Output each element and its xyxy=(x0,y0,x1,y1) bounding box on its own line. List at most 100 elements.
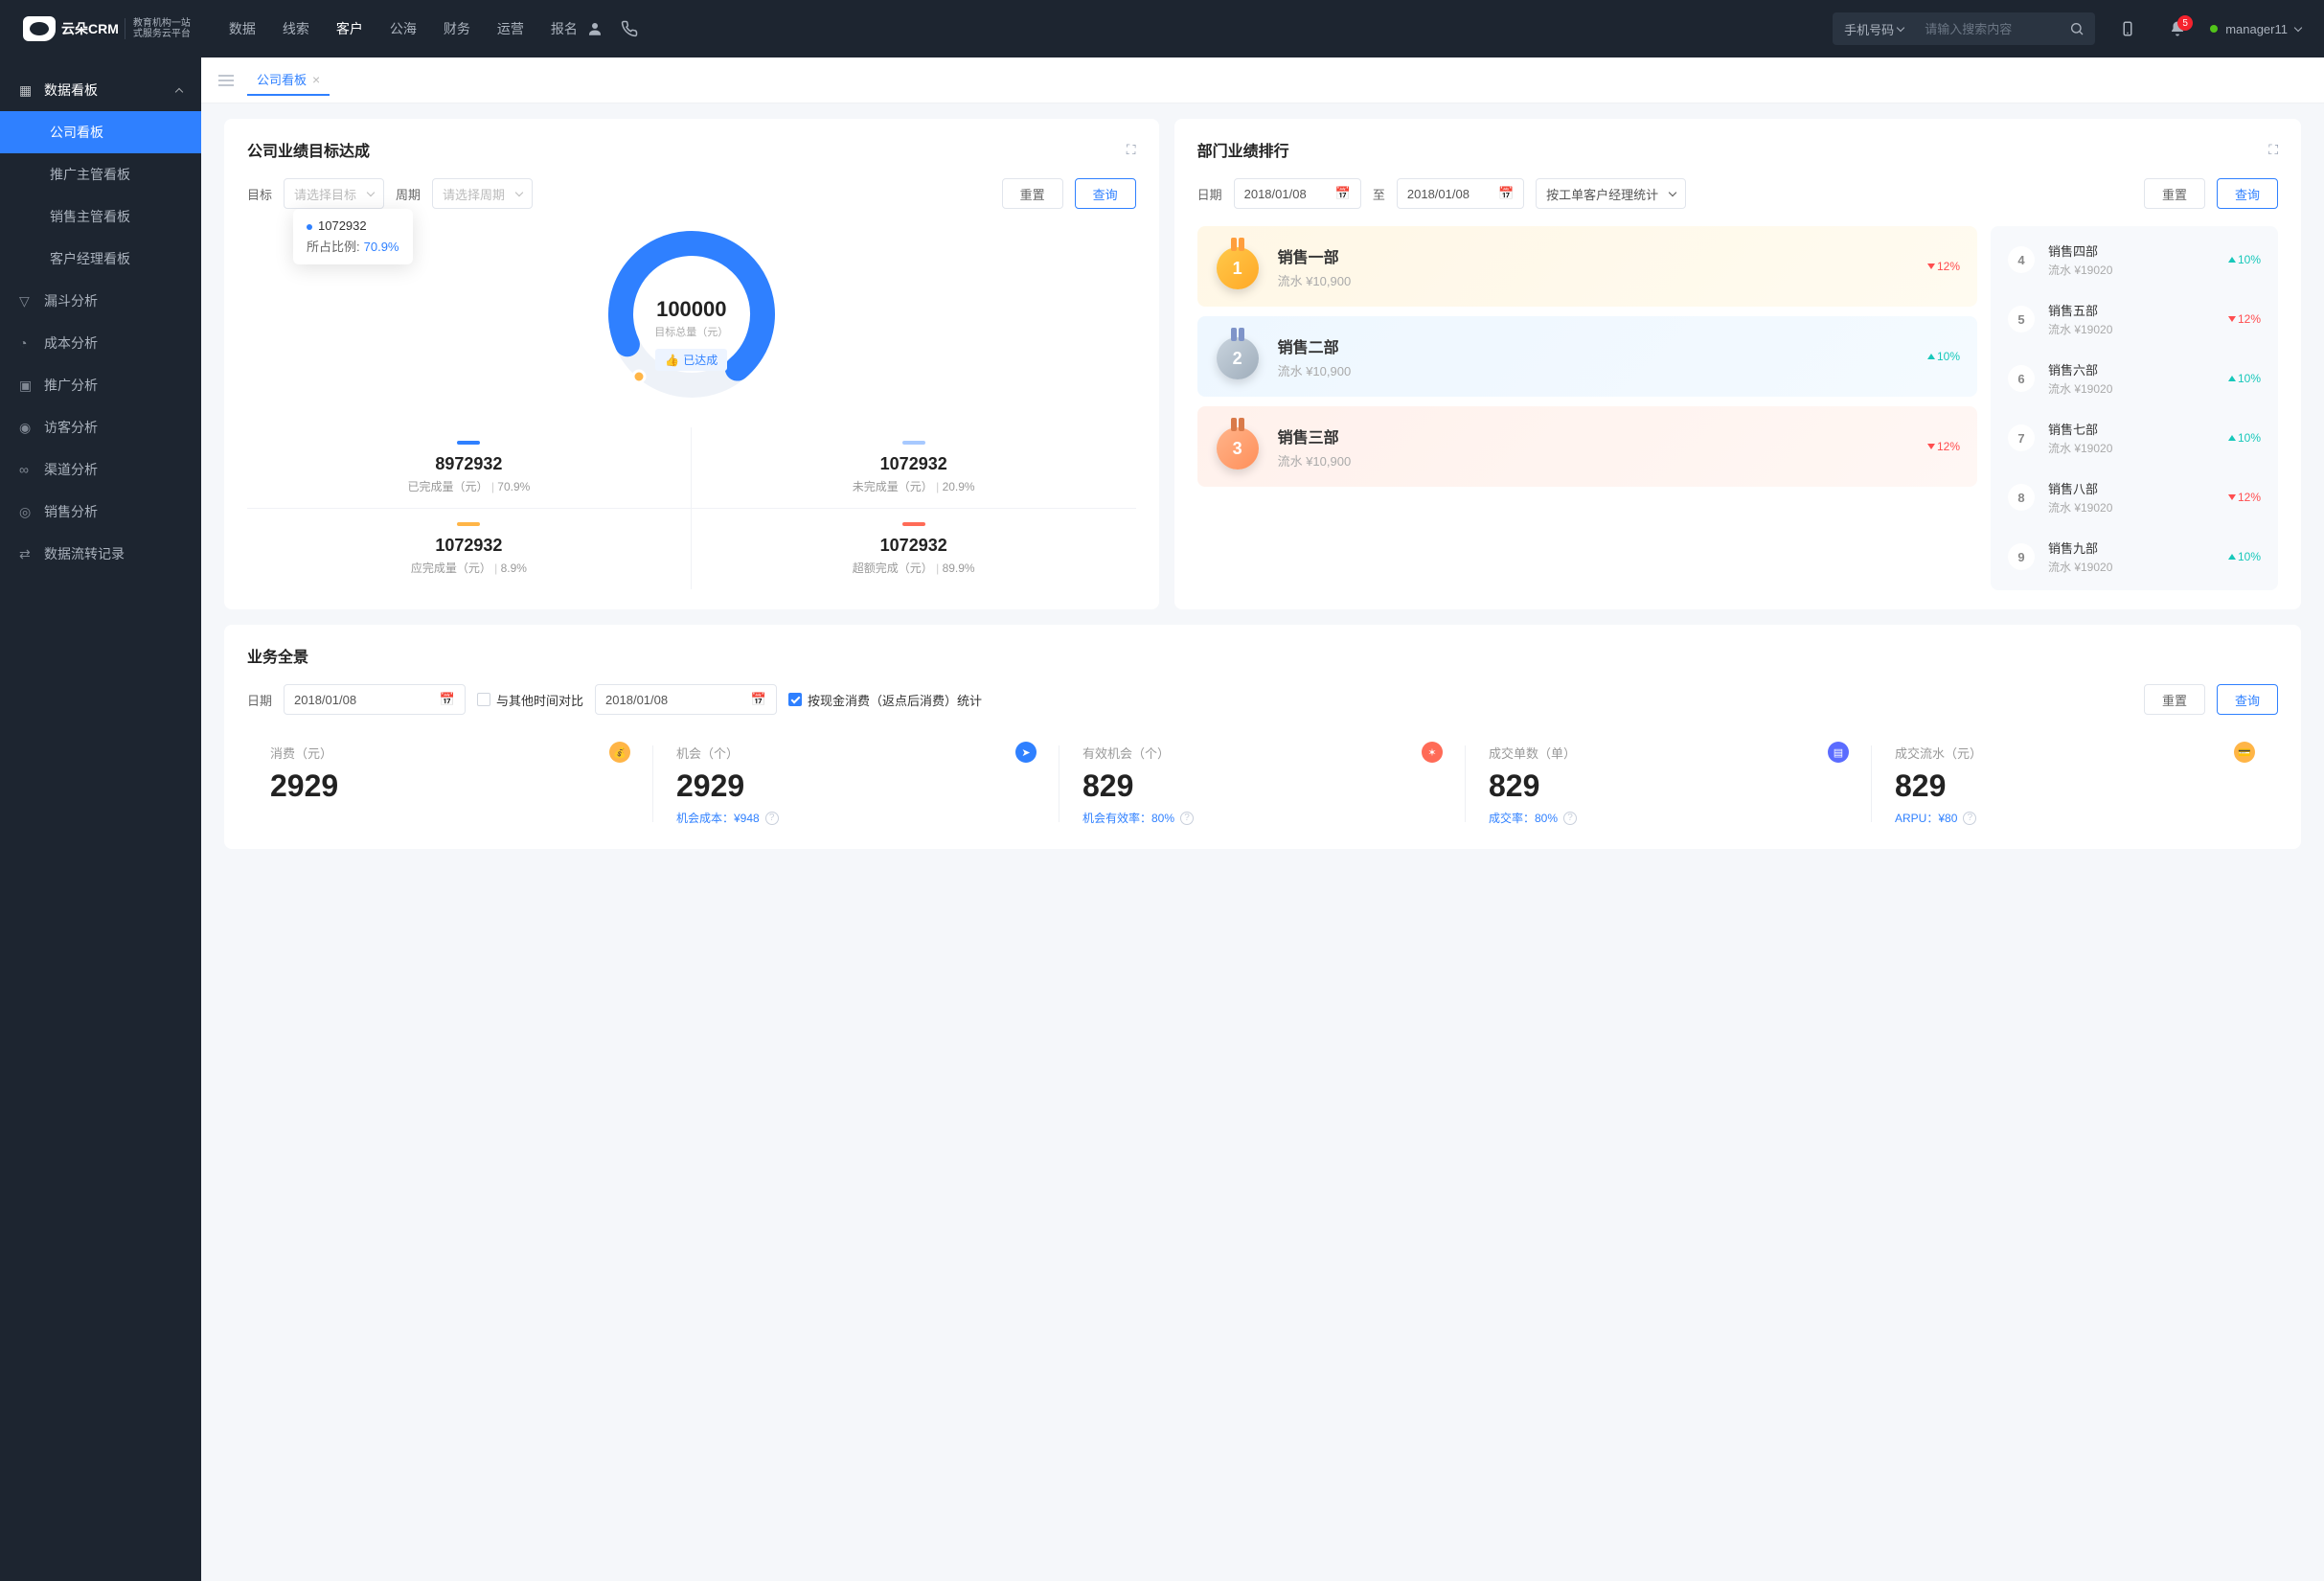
search-button[interactable] xyxy=(2059,12,2095,45)
query-button[interactable]: 查询 xyxy=(1075,178,1136,209)
user-icon[interactable] xyxy=(578,11,612,46)
sidebar-item[interactable]: 推广主管看板 xyxy=(0,153,201,195)
podium-card[interactable]: 2销售二部流水 ¥10,90010% xyxy=(1197,316,1977,397)
username: manager11 xyxy=(2225,22,2288,36)
user-menu[interactable]: manager11 xyxy=(2210,22,2301,36)
card-overview-title: 业务全景 xyxy=(247,644,308,667)
sidebar-item[interactable]: ⇄数据流转记录 xyxy=(0,533,201,575)
kpi-icon: 💳 xyxy=(2234,742,2255,763)
phone-icon[interactable] xyxy=(612,11,647,46)
search-input[interactable] xyxy=(1915,22,2059,36)
sidebar-item[interactable]: ◔成本分析 xyxy=(0,322,201,364)
compare-checkbox[interactable]: 与其他时间对比 xyxy=(477,691,583,709)
rank-row[interactable]: 8销售八部流水 ¥1902012% xyxy=(1991,468,2278,527)
expand-icon[interactable]: ⛶ xyxy=(1127,142,1136,158)
close-icon[interactable]: × xyxy=(312,72,320,87)
sidebar-group-label: 数据看板 xyxy=(44,80,98,100)
topnav-item[interactable]: 报名 xyxy=(551,13,578,44)
sidebar-item[interactable]: ∞渠道分析 xyxy=(0,448,201,491)
podium-card[interactable]: 1销售一部流水 ¥10,90012% xyxy=(1197,226,1977,307)
stat-cell: 1072932应完成量（元） | 8.9% xyxy=(247,509,692,589)
rank-number: 4 xyxy=(2008,246,2035,273)
device-icon[interactable] xyxy=(2110,11,2145,46)
card-ranking: 部门业绩排行 ⛶ 日期 2018/01/08📅 至 2018/01/08📅 按工… xyxy=(1174,119,2301,609)
notification-icon[interactable]: 5 xyxy=(2160,11,2195,46)
rank-number: 9 xyxy=(2008,543,2035,570)
brand-name: 云朵CRM xyxy=(61,19,119,38)
podium-card[interactable]: 3销售三部流水 ¥10,90012% xyxy=(1197,406,1977,487)
sidebar-item[interactable]: ▽漏斗分析 xyxy=(0,280,201,322)
help-icon[interactable]: ? xyxy=(1963,812,1976,825)
date-to-input[interactable]: 2018/01/08📅 xyxy=(1397,178,1524,209)
collapse-sidebar-button[interactable] xyxy=(213,67,239,94)
to-label: 至 xyxy=(1373,185,1385,203)
sidebar-item[interactable]: 客户经理看板 xyxy=(0,238,201,280)
sidebar-item[interactable]: ◉访客分析 xyxy=(0,406,201,448)
date-from-input[interactable]: 2018/01/08📅 xyxy=(1234,178,1361,209)
sidebar-group-dashboards[interactable]: ▦ 数据看板 xyxy=(0,69,201,111)
kpi-card: 机会（个）➤2929机会成本：¥948? xyxy=(653,738,1059,830)
topbar: 云朵CRM 教育机构一站式服务云平台 数据线索客户公海财务运营报名 手机号码 5… xyxy=(0,0,2324,57)
topnav-item[interactable]: 数据 xyxy=(229,13,256,44)
dashboard-icon: ▦ xyxy=(19,82,34,99)
overview-date2-input[interactable]: 2018/01/08📅 xyxy=(595,684,777,715)
query-button[interactable]: 查询 xyxy=(2217,178,2278,209)
nav-icon: ▣ xyxy=(19,378,34,394)
sidebar: ▦ 数据看板 公司看板推广主管看板销售主管看板客户经理看板 ▽漏斗分析◔成本分析… xyxy=(0,57,201,1581)
rank-number: 5 xyxy=(2008,306,2035,332)
status-dot-icon xyxy=(2210,25,2218,33)
notification-badge: 5 xyxy=(2177,15,2193,31)
help-icon[interactable]: ? xyxy=(1180,812,1194,825)
topnav-item[interactable]: 线索 xyxy=(283,13,309,44)
topnav-item[interactable]: 财务 xyxy=(444,13,470,44)
tab-company-board[interactable]: 公司看板 × xyxy=(247,64,330,96)
donut-total: 100000 xyxy=(654,297,728,322)
search-mode-select[interactable]: 手机号码 xyxy=(1833,20,1915,38)
query-button[interactable]: 查询 xyxy=(2217,684,2278,715)
expand-icon[interactable]: ⛶ xyxy=(2268,142,2278,158)
stat-cell: 1072932未完成量（元） | 20.9% xyxy=(692,427,1136,509)
overview-date-input[interactable]: 2018/01/08📅 xyxy=(284,684,466,715)
sidebar-item[interactable]: ▣推广分析 xyxy=(0,364,201,406)
nav-icon: ∞ xyxy=(19,462,34,477)
topnav-item[interactable]: 运营 xyxy=(497,13,524,44)
date-label: 日期 xyxy=(247,691,272,709)
sidebar-item[interactable]: 销售主管看板 xyxy=(0,195,201,238)
search-group: 手机号码 xyxy=(1833,12,2095,45)
stat-cell: 1072932超额完成（元） | 89.9% xyxy=(692,509,1136,589)
reset-button[interactable]: 重置 xyxy=(1002,178,1063,209)
nav-icon: ◎ xyxy=(19,504,34,520)
help-icon[interactable]: ? xyxy=(765,812,779,825)
sidebar-item[interactable]: ◎销售分析 xyxy=(0,491,201,533)
tabs-bar: 公司看板 × xyxy=(201,57,2324,103)
sidebar-item[interactable]: 公司看板 xyxy=(0,111,201,153)
period-select[interactable]: 请选择周期 xyxy=(432,178,533,209)
main-area: 公司看板 × 公司业绩目标达成 ⛶ 目标 请选择目标 周期 请选择周期 xyxy=(201,57,2324,1581)
rank-row[interactable]: 7销售七部流水 ¥1902010% xyxy=(1991,408,2278,468)
rank-number: 7 xyxy=(2008,424,2035,451)
cash-checkbox[interactable]: 按现金消费（返点后消费）统计 xyxy=(788,691,982,709)
reset-button[interactable]: 重置 xyxy=(2144,178,2205,209)
topnav-item[interactable]: 公海 xyxy=(390,13,417,44)
rank-row[interactable]: 5销售五部流水 ¥1902012% xyxy=(1991,289,2278,349)
kpi-card: 消费（元）💰2929 xyxy=(247,738,653,830)
target-select[interactable]: 请选择目标 xyxy=(284,178,384,209)
help-icon[interactable]: ? xyxy=(1563,812,1577,825)
donut-total-label: 目标总量（元） xyxy=(654,324,728,339)
brand-tagline: 教育机构一站式服务云平台 xyxy=(125,18,191,39)
card-ranking-title: 部门业绩排行 xyxy=(1197,138,1289,161)
tab-label: 公司看板 xyxy=(257,70,307,88)
reset-button[interactable]: 重置 xyxy=(2144,684,2205,715)
stat-cell: 8972932已完成量（元） | 70.9% xyxy=(247,427,692,509)
topnav-item[interactable]: 客户 xyxy=(336,13,363,44)
nav-icon: ◔ xyxy=(19,335,34,351)
top-navigation: 数据线索客户公海财务运营报名 xyxy=(229,13,578,44)
kpi-card: 成交流水（元）💳829ARPU：¥80? xyxy=(1872,738,2278,830)
rank-mode-select[interactable]: 按工单客户经理统计 xyxy=(1536,178,1686,209)
logo[interactable]: 云朵CRM 教育机构一站式服务云平台 xyxy=(23,16,191,41)
rank-row[interactable]: 6销售六部流水 ¥1902010% xyxy=(1991,349,2278,408)
kpi-card: 有效机会（个）✶829机会有效率：80%? xyxy=(1059,738,1466,830)
rank-row[interactable]: 9销售九部流水 ¥1902010% xyxy=(1991,527,2278,586)
kpi-icon: ▤ xyxy=(1828,742,1849,763)
rank-row[interactable]: 4销售四部流水 ¥1902010% xyxy=(1991,230,2278,289)
